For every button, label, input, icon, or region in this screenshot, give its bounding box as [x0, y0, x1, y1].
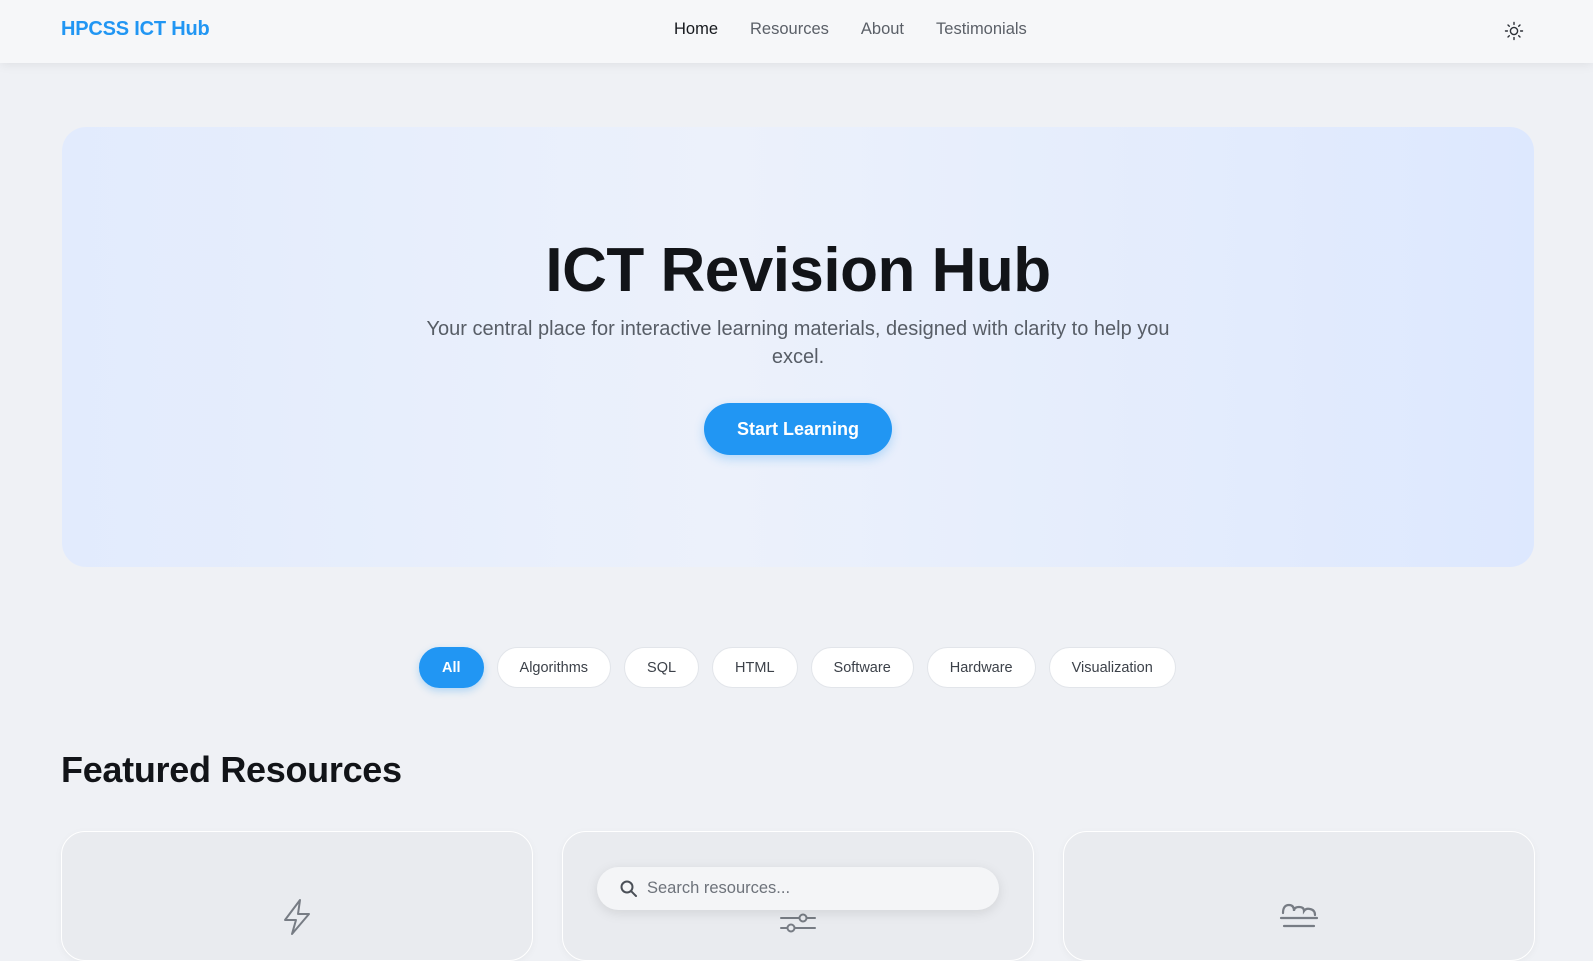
- hero-title: ICT Revision Hub: [545, 236, 1051, 305]
- start-learning-button[interactable]: Start Learning: [704, 403, 892, 455]
- nav-link-home[interactable]: Home: [674, 20, 718, 39]
- resource-card[interactable]: [61, 831, 533, 961]
- filter-chip-sql[interactable]: SQL: [624, 647, 700, 688]
- filter-chip-algorithms[interactable]: Algorithms: [496, 647, 612, 688]
- filter-chip-visualization[interactable]: Visualization: [1048, 647, 1176, 688]
- hero-subtitle: Your central place for interactive learn…: [426, 318, 1170, 368]
- nav-link-resources[interactable]: Resources: [750, 20, 829, 39]
- resource-card[interactable]: [1063, 831, 1535, 961]
- weight-scale-icon: [1278, 896, 1320, 938]
- filter-chip-html[interactable]: HTML: [712, 647, 798, 688]
- lightning-icon: [276, 896, 318, 938]
- hero-banner: ICT Revision Hub Your central place for …: [62, 127, 1534, 567]
- category-filters: All Algorithms SQL HTML Software Hardwar…: [419, 647, 1176, 688]
- filter-chip-all[interactable]: All: [419, 647, 484, 688]
- filter-chip-hardware[interactable]: Hardware: [926, 647, 1036, 688]
- featured-resources-heading: Featured Resources: [61, 749, 402, 790]
- top-navbar: HPCSS ICT Hub Home Resources About Testi…: [0, 0, 1593, 63]
- nav-link-testimonials[interactable]: Testimonials: [936, 20, 1027, 39]
- search-icon: [619, 879, 639, 899]
- filter-chip-software[interactable]: Software: [810, 647, 914, 688]
- brand-logo[interactable]: HPCSS ICT Hub: [61, 18, 210, 41]
- nav-link-about[interactable]: About: [861, 20, 904, 39]
- search-bar: [597, 867, 999, 910]
- nav-links: Home Resources About Testimonials: [674, 20, 1027, 39]
- sun-icon[interactable]: [1503, 20, 1525, 42]
- search-input[interactable]: [647, 879, 967, 898]
